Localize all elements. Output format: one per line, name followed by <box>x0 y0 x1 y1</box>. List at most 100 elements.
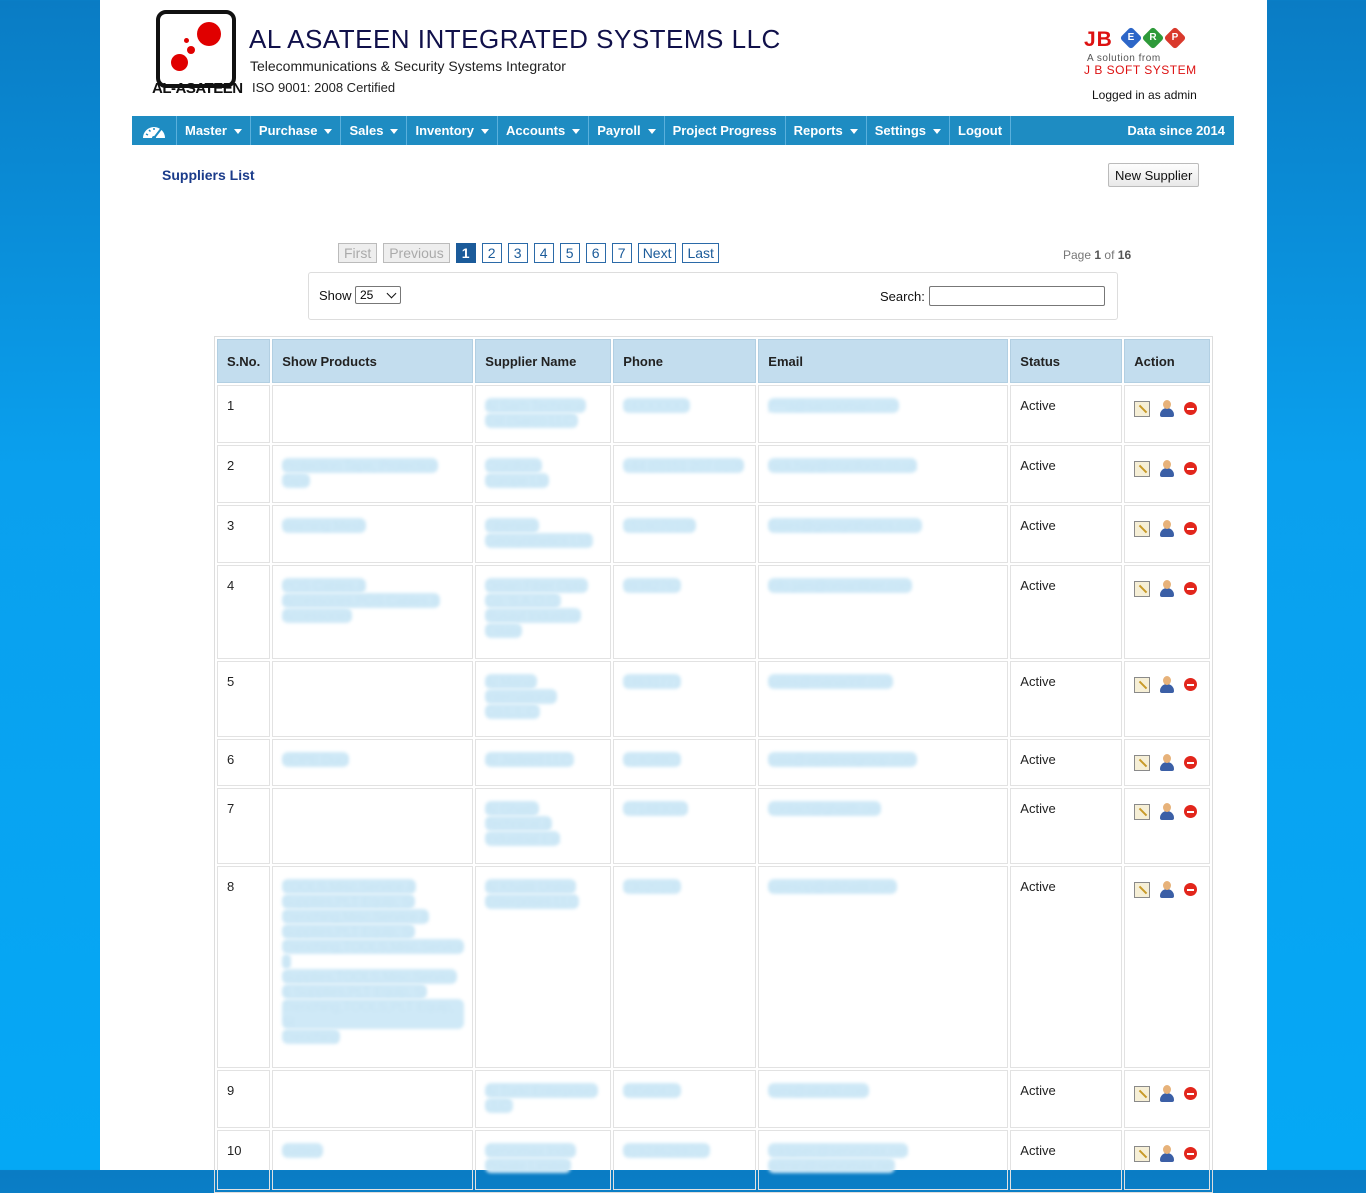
edit-icon[interactable] <box>1134 1085 1151 1102</box>
phone-text: 24631771 <box>623 674 682 689</box>
cell-email: bala@aljadeedgroup.com <box>758 739 1009 786</box>
product-text: Trenching,Misc.Service & <box>282 909 430 924</box>
supplier-name-text: Al Jadeed LLC. <box>485 752 575 767</box>
supplier-name-text: Estate <box>485 623 523 638</box>
delete-icon[interactable] <box>1184 883 1198 896</box>
first-page-button[interactable]: First <box>338 243 378 263</box>
show-entries-select[interactable]: 25 <box>355 286 401 304</box>
page-button-6[interactable]: 6 <box>585 243 606 263</box>
edit-icon[interactable] <box>1134 676 1151 693</box>
user-icon[interactable] <box>1159 1145 1175 1162</box>
phone-text: 99382762 <box>623 578 682 593</box>
nav-settings[interactable]: Settings <box>867 116 951 145</box>
edit-icon[interactable] <box>1134 1145 1151 1162</box>
user-icon[interactable] <box>1159 580 1175 597</box>
previous-page-button[interactable]: Previous <box>383 243 450 263</box>
cell-products: HDPE Duct <box>272 739 474 786</box>
product-text: Accessories <box>282 608 353 623</box>
nav-sales[interactable]: Sales <box>341 116 408 145</box>
delete-icon[interactable] <box>1184 1087 1198 1100</box>
user-icon[interactable] <box>1159 881 1175 898</box>
cell-status: Active <box>1010 445 1123 503</box>
cell-supplier-name: Al Turki Enterprises LLC. <box>475 1070 612 1128</box>
nav-project-progress[interactable]: Project Progress <box>665 116 786 145</box>
nav-payroll[interactable]: Payroll <box>589 116 665 145</box>
product-text: Supplies,TOOLS,Misc.Service <box>282 969 457 984</box>
product-text: Trenching,TOOLS,PLT Equip, SI <box>282 999 465 1029</box>
nav-accounts[interactable]: Accounts <box>498 116 590 145</box>
cell-phone: 24XXXXXX <box>613 385 757 443</box>
company-logo <box>156 10 236 88</box>
supplier-name-text: Industrial Est <box>485 831 561 846</box>
user-icon[interactable] <box>1159 400 1175 417</box>
table-row: 5 Al Manar International Co.L.L.C. 24631771 s… <box>217 661 1210 737</box>
cell-email: Sales@geosynthetics.com <box>758 505 1009 563</box>
supplier-name-text: Oman Fiber Optic <box>485 578 588 593</box>
col-show-products[interactable]: Show Products <box>272 339 474 383</box>
nav-inventory[interactable]: Inventory <box>407 116 498 145</box>
user-icon[interactable] <box>1159 1085 1175 1102</box>
cell-sno: 1 <box>217 385 271 443</box>
edit-icon[interactable] <box>1134 520 1151 537</box>
edit-icon[interactable] <box>1134 754 1151 771</box>
cell-actions <box>1124 866 1210 1068</box>
phone-text: 1516070109 <box>623 518 696 533</box>
new-supplier-button[interactable]: New Supplier <box>1108 163 1200 187</box>
edit-icon[interactable] <box>1134 580 1151 597</box>
cell-phone: 91404801 <box>613 739 757 786</box>
data-since: Data since 2014 <box>1127 123 1225 138</box>
email-text: Sales@geosynthetics.com <box>768 518 922 533</box>
cell-sno: 9 <box>217 1070 271 1128</box>
page-button-7[interactable]: 7 <box>611 243 632 263</box>
delete-icon[interactable] <box>1184 805 1198 818</box>
cell-supplier-name: Al Jadeed LLC. <box>475 739 612 786</box>
nav-master[interactable]: Master <box>177 116 251 145</box>
supplier-name-text: Fiberweb <box>485 518 539 533</box>
next-page-button[interactable]: Next <box>637 243 677 263</box>
main-nav: Master Purchase Sales Inventory Accounts… <box>132 116 1234 145</box>
edit-icon[interactable] <box>1134 460 1151 477</box>
email-text: info.jam@omanfiber.com <box>768 578 913 593</box>
last-page-button[interactable]: Last <box>682 243 719 263</box>
col-status[interactable]: Status <box>1010 339 1123 383</box>
user-icon[interactable] <box>1159 676 1175 693</box>
cell-actions <box>1124 445 1210 503</box>
delete-icon[interactable] <box>1184 402 1198 415</box>
delete-icon[interactable] <box>1184 522 1198 535</box>
page-button-4[interactable]: 4 <box>533 243 554 263</box>
delete-icon[interactable] <box>1184 462 1198 475</box>
col-supplier-name[interactable]: Supplier Name <box>475 339 612 383</box>
page-button-3[interactable]: 3 <box>507 243 528 263</box>
page-button-2[interactable]: 2 <box>481 243 502 263</box>
cell-supplier-name: Fiberweb Geosynthetics Ltd, <box>475 505 612 563</box>
edit-icon[interactable] <box>1134 803 1151 820</box>
supplier-name-text: Technical & <box>485 816 552 831</box>
user-icon[interactable] <box>1159 754 1175 771</box>
supplier-name-text: Enterprises LLC <box>485 894 579 909</box>
user-icon[interactable] <box>1159 460 1175 477</box>
dashboard-link[interactable] <box>132 116 177 145</box>
nav-logout[interactable]: Logout <box>950 116 1012 145</box>
search-input[interactable] <box>929 286 1105 306</box>
cell-actions <box>1124 1070 1210 1128</box>
email-text: fami@alturki.com <box>768 1083 869 1098</box>
delete-icon[interactable] <box>1184 756 1198 769</box>
delete-icon[interactable] <box>1184 582 1198 595</box>
cell-sno: 10 <box>217 1130 271 1190</box>
page-button-1[interactable]: 1 <box>455 243 476 263</box>
delete-icon[interactable] <box>1184 678 1198 691</box>
email-text: j***d@sarcooman.com <box>768 398 900 413</box>
edit-icon[interactable] <box>1134 881 1151 898</box>
col-sno[interactable]: S.No. <box>217 339 271 383</box>
search-label: Search: <box>880 289 925 304</box>
nav-purchase[interactable]: Purchase <box>251 116 342 145</box>
col-phone[interactable]: Phone <box>613 339 757 383</box>
page-button-5[interactable]: 5 <box>559 243 580 263</box>
nav-reports[interactable]: Reports <box>786 116 867 145</box>
delete-icon[interactable] <box>1184 1147 1198 1160</box>
edit-icon[interactable] <box>1134 400 1151 417</box>
cell-actions <box>1124 565 1210 659</box>
col-email[interactable]: Email <box>758 339 1009 383</box>
user-icon[interactable] <box>1159 520 1175 537</box>
user-icon[interactable] <box>1159 803 1175 820</box>
